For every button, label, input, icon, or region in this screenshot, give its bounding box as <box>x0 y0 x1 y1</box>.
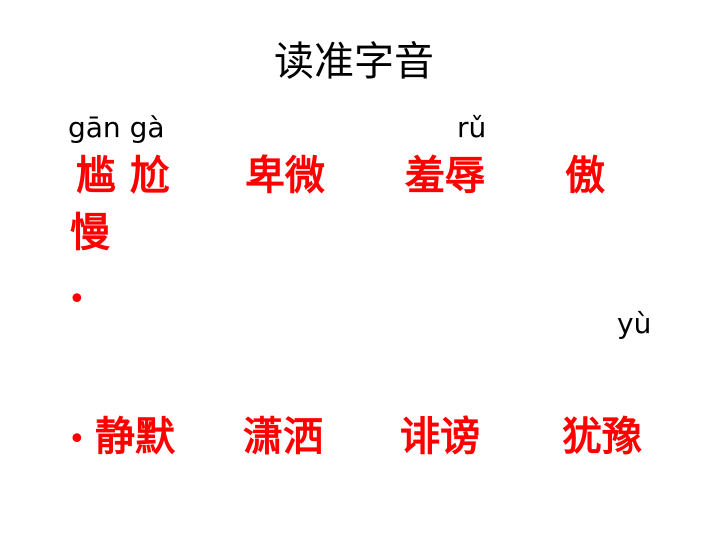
bullet-2: • <box>68 422 86 457</box>
bullet-1: • <box>68 282 86 317</box>
pinyin-yu: yù <box>617 307 652 340</box>
page-title: 读准字音 <box>274 39 434 85</box>
word-beiwei: 卑微 <box>245 153 325 199</box>
word-man: 慢 <box>70 210 110 256</box>
word-youyu: 犹豫 <box>562 414 642 460</box>
word-jingmo: 静默 <box>95 414 175 460</box>
word-xiaosa: 潇洒 <box>243 414 323 460</box>
word-feibang: 诽谤 <box>400 414 480 460</box>
word-ganga: 尴 尬 <box>76 153 170 199</box>
word-xiuru: 羞辱 <box>405 153 485 199</box>
pinyin-ru: rǔ <box>457 111 487 144</box>
pinyin-ganga: gān gà <box>68 111 165 144</box>
word-ao: 傲 <box>565 153 605 199</box>
